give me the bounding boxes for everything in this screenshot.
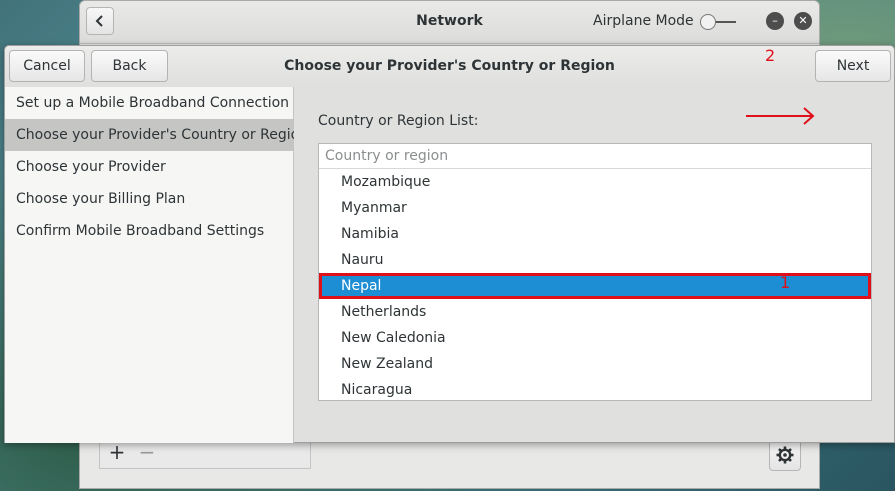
list-item[interactable]: Mozambique xyxy=(319,169,871,195)
list-item[interactable]: New Zealand xyxy=(319,351,871,377)
list-item[interactable]: New Caledonia xyxy=(319,325,871,351)
minimize-icon[interactable]: – xyxy=(766,12,784,30)
country-column-header[interactable]: Country or region xyxy=(319,144,871,169)
step-setup: Set up a Mobile Broadband Connection xyxy=(16,95,290,111)
airplane-mode-switch[interactable] xyxy=(700,14,736,30)
list-item[interactable]: Namibia xyxy=(319,221,871,247)
close-icon[interactable]: ✕ xyxy=(794,12,812,30)
list-item[interactable]: Nauru xyxy=(319,247,871,273)
country-list-label: Country or Region List: xyxy=(318,113,479,129)
annotation-marker-1: 1 xyxy=(780,273,791,292)
gear-icon xyxy=(776,446,794,464)
dialog-header: Cancel Back Choose your Provider's Count… xyxy=(5,46,894,88)
next-button[interactable]: Next xyxy=(815,50,891,82)
airplane-mode-label: Airplane Mode xyxy=(593,13,694,29)
mobile-broadband-dialog: Cancel Back Choose your Provider's Count… xyxy=(4,45,895,443)
country-list[interactable]: Country or region Mozambique Myanmar Nam… xyxy=(318,143,872,401)
annotation-marker-2: 2 xyxy=(765,46,776,65)
dialog-title: Choose your Provider's Country or Region xyxy=(284,58,615,74)
list-item[interactable]: Myanmar xyxy=(319,195,871,221)
step-country-region: Choose your Provider's Country or Region xyxy=(5,119,308,151)
network-window-header: Network Airplane Mode – ✕ xyxy=(80,1,819,44)
step-confirm: Confirm Mobile Broadband Settings xyxy=(16,223,265,239)
list-item[interactable]: Netherlands xyxy=(319,299,871,325)
steps-sidebar: Set up a Mobile Broadband Connection Cho… xyxy=(5,87,308,443)
country-selection-pane: Country or Region List: Country or regio… xyxy=(294,87,894,442)
step-billing-plan: Choose your Billing Plan xyxy=(16,191,186,207)
settings-gear-button[interactable] xyxy=(769,439,801,471)
step-provider: Choose your Provider xyxy=(16,159,166,175)
list-item[interactable]: Nicaragua xyxy=(319,377,871,400)
annotation-arrow-icon xyxy=(746,107,815,125)
